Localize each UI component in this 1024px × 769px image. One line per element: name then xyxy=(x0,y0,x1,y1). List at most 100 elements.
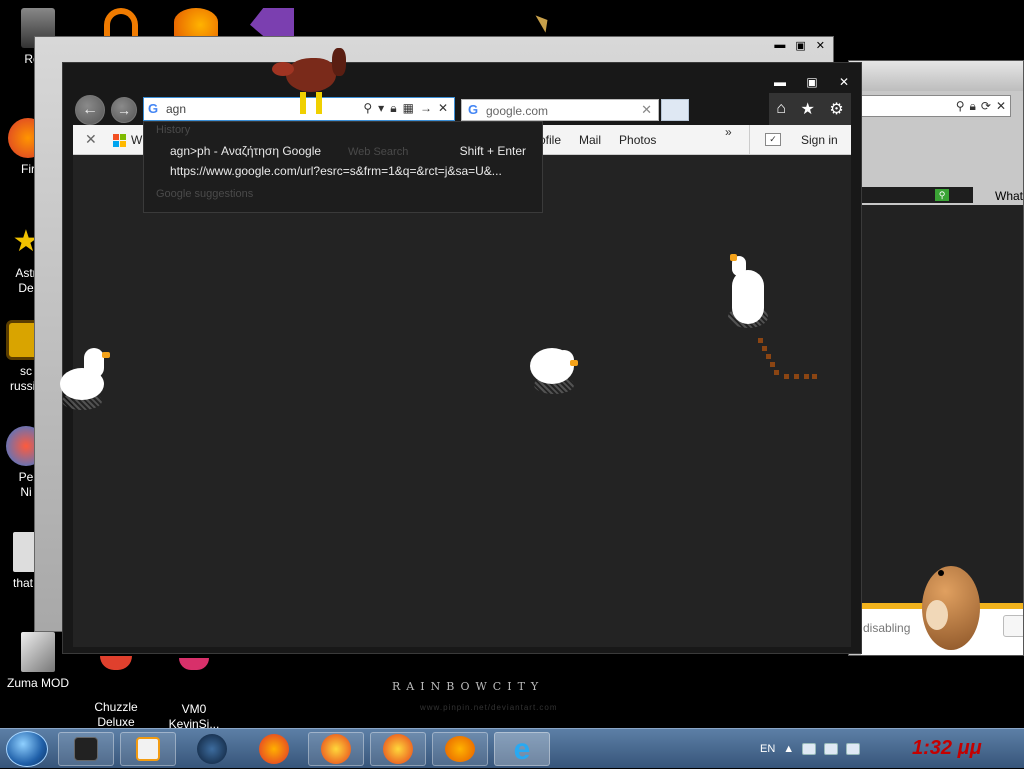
background-address-tools: ⚲ 🔒︎ ⟳ ✕ xyxy=(956,99,1006,114)
suggestion-shortcut: Shift + Enter xyxy=(459,144,526,158)
goose-pet[interactable] xyxy=(726,254,776,334)
favorites-close-icon[interactable]: ✕ xyxy=(85,131,97,148)
background-window-controls: ▬ ▣ ✕ xyxy=(774,39,825,52)
rooster-pet[interactable] xyxy=(272,48,348,118)
close-icon[interactable]: ✕ xyxy=(837,75,851,89)
window-controls: ▬ ▣ ✕ xyxy=(773,75,851,89)
browser-window[interactable]: ▬ ▣ ✕ ← → G ⚲ ▾ 🔒︎ ▦ → ✕ G google.com ✕ … xyxy=(62,62,862,654)
suggestion-text: https://www.google.com/url?esrc=s&frm=1&… xyxy=(170,164,502,178)
windows-logo-icon[interactable] xyxy=(113,134,127,148)
gear-icon[interactable]: ⚙ xyxy=(829,99,843,119)
media-player-icon xyxy=(136,737,160,761)
back-button[interactable]: ← xyxy=(75,95,105,125)
internet-explorer-icon: e xyxy=(513,733,531,766)
terminal-icon xyxy=(74,737,98,761)
page-content xyxy=(73,155,851,647)
taskbar-app-terminal[interactable] xyxy=(58,732,114,766)
background-browser-titlebar[interactable] xyxy=(849,61,1023,91)
suggestion-group-label: History xyxy=(156,124,191,136)
close-icon[interactable]: ✕ xyxy=(438,101,448,116)
globe-icon xyxy=(197,734,227,764)
tab-close-icon[interactable]: ✕ xyxy=(641,102,652,118)
notification-button[interactable] xyxy=(1003,615,1023,637)
arrow-right-icon: → xyxy=(117,102,131,118)
search-icon[interactable]: ⚲ xyxy=(363,101,372,116)
checkmark-icon[interactable]: ✓ xyxy=(765,133,781,146)
dropdown-icon[interactable]: ▾ xyxy=(378,101,384,116)
arrow-left-icon: ← xyxy=(82,101,98,118)
compatibility-icon[interactable]: ▦ xyxy=(403,101,414,116)
taskbar-app-goldfish[interactable] xyxy=(432,732,488,766)
home-icon[interactable]: ⌂ xyxy=(776,100,786,118)
maximize-icon[interactable]: ▣ xyxy=(795,39,805,52)
taskbar-app-media[interactable] xyxy=(120,732,176,766)
suggestion-item[interactable]: https://www.google.com/url?esrc=s&frm=1&… xyxy=(170,164,526,178)
toolbar-search-box[interactable] xyxy=(861,187,973,203)
maximize-icon[interactable]: ▣ xyxy=(805,75,819,89)
favorite-partial-label[interactable]: W xyxy=(131,133,142,147)
taskbar: e EN ▲ 1:32 μμ xyxy=(0,728,1024,768)
popcap-icon xyxy=(321,734,351,764)
forward-button[interactable]: → xyxy=(111,97,137,123)
suggestion-footer: Google suggestions xyxy=(156,188,254,200)
suggestion-faded-label: Web Search xyxy=(348,146,409,158)
sign-in-link[interactable]: Sign in xyxy=(801,133,838,147)
chuzzle-icon xyxy=(96,656,136,696)
favorite-link-photos[interactable]: Photos xyxy=(619,133,656,147)
minimize-icon[interactable]: ▬ xyxy=(773,75,787,89)
mouse-cursor-icon xyxy=(535,11,553,33)
wallpaper-url: www.pinpin.net/deviantart.com xyxy=(420,703,558,712)
google-icon: G xyxy=(148,101,159,116)
background-address-bar[interactable]: ⚲ 🔒︎ ⟳ ✕ xyxy=(861,95,1011,117)
visual-studio-icon[interactable] xyxy=(250,8,294,36)
show-hidden-icons-icon[interactable]: ▲ xyxy=(783,743,794,755)
refresh-icon[interactable]: ⟳ xyxy=(981,99,991,114)
network-icon[interactable] xyxy=(802,743,817,755)
go-icon[interactable]: → xyxy=(420,101,432,116)
taskbar-app-firefox[interactable] xyxy=(246,732,302,766)
taskbar-app-globe[interactable] xyxy=(184,732,240,766)
taskbar-app-internet-explorer[interactable]: e xyxy=(494,732,550,766)
favorites-star-icon[interactable]: ★ xyxy=(800,99,814,119)
lock-icon: 🔒︎ xyxy=(390,101,397,115)
suggestion-text: agn>ph - Αναζήτηση Google xyxy=(170,144,322,158)
firefox-icon xyxy=(259,734,289,764)
system-tray: EN ▲ xyxy=(760,729,861,769)
display-icon[interactable] xyxy=(824,743,839,755)
clock[interactable]: 1:32 μμ xyxy=(912,737,982,760)
tab-title: google.com xyxy=(486,104,549,118)
popcap-icon xyxy=(383,734,413,764)
more-chevron-icon[interactable]: » xyxy=(725,125,732,139)
notification-text: disabling xyxy=(863,621,911,635)
wallpaper-brand: RAINBOWCITY xyxy=(392,680,545,693)
close-icon[interactable]: ✕ xyxy=(996,99,1006,114)
google-icon: G xyxy=(468,102,479,117)
app-icon xyxy=(174,658,214,698)
start-button[interactable] xyxy=(6,731,48,767)
language-indicator[interactable]: EN xyxy=(760,743,775,755)
address-tools: ⚲ ▾ 🔒︎ ▦ → ✕ xyxy=(363,101,448,116)
lock-icon: 🔒︎ xyxy=(969,99,976,113)
browser-tools: ⌂ ★ ⚙ xyxy=(769,93,851,125)
minimize-icon[interactable]: ▬ xyxy=(774,39,785,52)
what-text: What xyxy=(995,189,1024,203)
taskbar-app-popcap-2[interactable] xyxy=(370,732,426,766)
goose-pet[interactable] xyxy=(58,346,118,416)
hamster-pet[interactable] xyxy=(914,556,984,652)
search-go-icon[interactable]: ⚲ xyxy=(935,189,949,201)
favorites-links: ofile Mail Photos xyxy=(539,133,656,147)
address-suggestions: History agn>ph - Αναζήτηση Google Shift … xyxy=(143,121,543,213)
goose-pet[interactable] xyxy=(528,346,588,400)
divider xyxy=(749,125,750,155)
new-tab-button[interactable] xyxy=(661,99,689,121)
goldfish-icon[interactable] xyxy=(174,8,218,36)
search-icon[interactable]: ⚲ xyxy=(956,99,965,114)
close-icon[interactable]: ✕ xyxy=(816,39,825,52)
favorite-link-mail[interactable]: Mail xyxy=(579,133,601,147)
orange-ring-icon[interactable] xyxy=(104,8,138,36)
goldfish-icon xyxy=(445,736,475,762)
tab-google[interactable]: G google.com ✕ xyxy=(461,99,659,121)
file-icon xyxy=(21,632,55,672)
volume-icon[interactable] xyxy=(846,743,861,755)
taskbar-app-popcap[interactable] xyxy=(308,732,364,766)
